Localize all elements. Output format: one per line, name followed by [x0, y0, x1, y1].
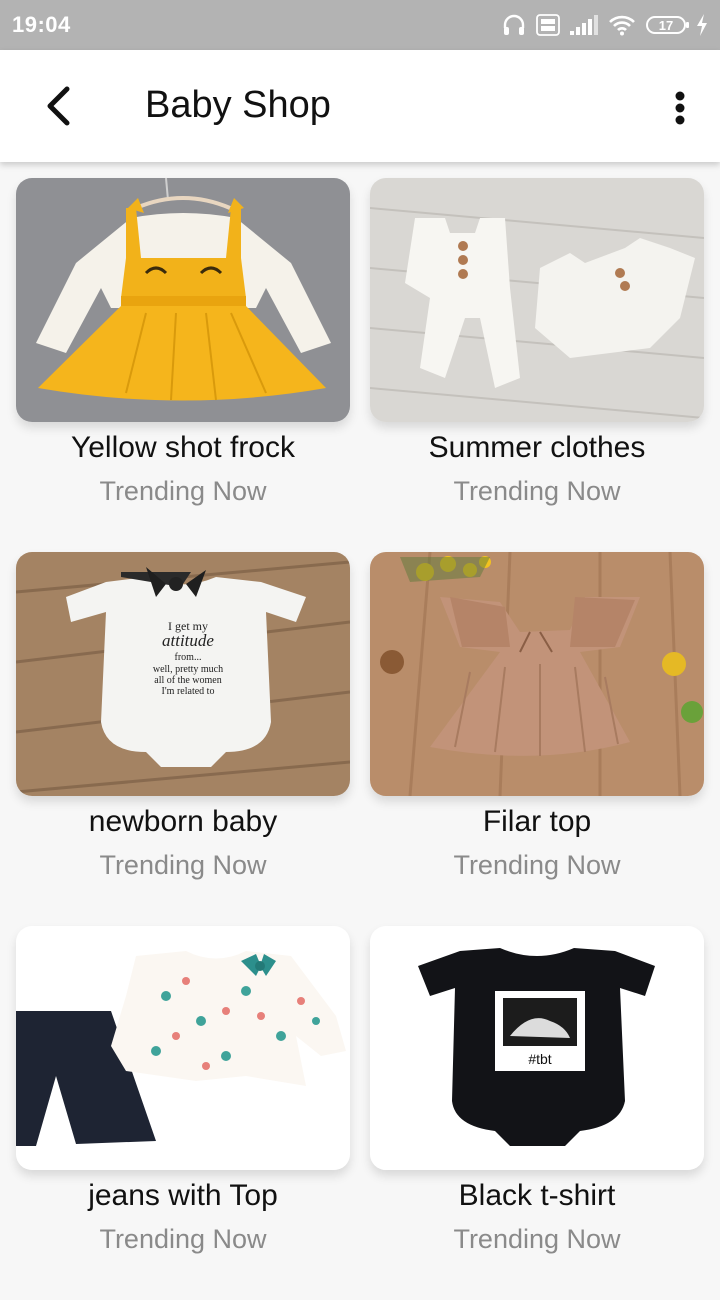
product-subtitle: Trending Now — [99, 476, 267, 506]
product-subtitle: Trending Now — [99, 850, 267, 880]
product-image-yellow-frock[interactable] — [16, 178, 350, 422]
charging-icon — [696, 14, 708, 36]
onesie-text-5: all of the women — [154, 675, 221, 686]
tshirt-print-text: #tbt — [528, 1051, 551, 1067]
product-title: jeans with Top — [88, 1179, 278, 1212]
product-card[interactable]: I get my attitude from... well, pretty m… — [16, 552, 350, 926]
product-card[interactable]: Yellow shot frock Trending Now — [16, 178, 350, 552]
product-card[interactable]: Filar top Trending Now — [370, 552, 704, 926]
status-bar: 19:04 17 — [0, 0, 720, 50]
onesie-text-3: from... — [175, 652, 202, 663]
battery-level: 17 — [658, 17, 674, 33]
product-subtitle: Trending Now — [453, 476, 621, 506]
status-time: 19:04 — [12, 12, 71, 37]
product-image-newborn-onesie[interactable]: I get my attitude from... well, pretty m… — [16, 552, 350, 796]
product-image-summer-clothes[interactable] — [370, 178, 704, 422]
onesie-text-6: I'm related to — [162, 686, 215, 697]
product-card[interactable]: jeans with Top Trending Now — [16, 926, 350, 1300]
product-title: Yellow shot frock — [70, 431, 295, 464]
signal-icon — [570, 15, 598, 35]
product-card[interactable]: Summer clothes Trending Now — [370, 178, 704, 552]
product-title: Summer clothes — [428, 431, 646, 464]
product-subtitle: Trending Now — [453, 850, 621, 880]
onesie-text-4: well, pretty much — [153, 664, 223, 675]
headphones-icon — [502, 14, 526, 36]
back-button[interactable] — [36, 82, 80, 130]
product-image-jeans-with-top[interactable] — [16, 926, 350, 1170]
product-subtitle: Trending Now — [99, 1224, 267, 1254]
product-title: Filar top — [482, 805, 592, 838]
product-subtitle: Trending Now — [453, 1224, 621, 1254]
page-title: Baby Shop — [145, 84, 331, 126]
product-card[interactable]: #tbt Black t-shirt Trending Now — [370, 926, 704, 1300]
onesie-text-2: attitude — [162, 631, 214, 650]
overflow-menu-button[interactable] — [662, 84, 698, 132]
battery-icon: 17 — [646, 16, 689, 34]
product-title: newborn baby — [88, 805, 278, 838]
more-vert-icon — [674, 90, 686, 126]
product-image-filar-top[interactable] — [370, 552, 704, 796]
app-bar: Baby Shop — [0, 50, 720, 162]
back-arrow-icon — [43, 86, 73, 126]
product-grid: Yellow shot frock Trending Now Summer cl… — [16, 178, 704, 1300]
product-image-black-tshirt[interactable]: #tbt — [370, 926, 704, 1170]
status-icons: 17 — [502, 14, 708, 36]
wifi-icon — [608, 14, 636, 36]
product-title: Black t-shirt — [458, 1179, 616, 1212]
volte-icon — [536, 14, 560, 36]
